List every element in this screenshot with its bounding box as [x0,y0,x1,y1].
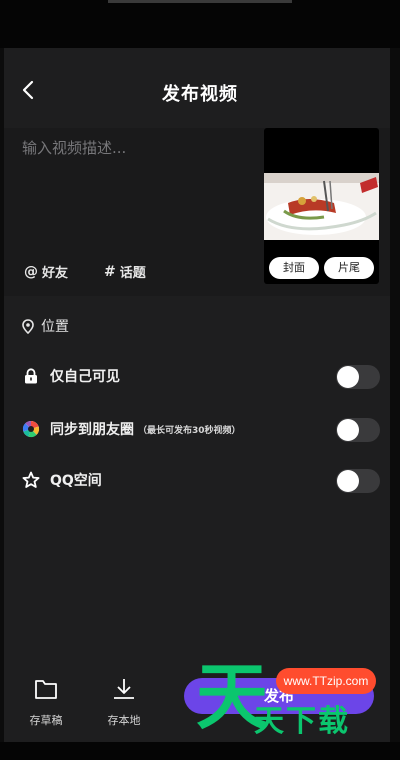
download-icon [102,676,146,702]
save-local-label: 存本地 [107,714,141,727]
at-icon: @ [24,263,38,280]
description-input[interactable] [22,128,252,168]
private-visibility-row: 仅自己可见 [22,361,380,391]
moments-icon [22,420,40,438]
status-bar [0,0,400,48]
qzone-toggle[interactable] [336,469,380,493]
qzone-label: QQ空间 [50,473,102,489]
folder-icon [24,676,68,702]
mention-label: 好友 [42,266,69,281]
mention-friends-button[interactable]: @ 好友 [24,262,69,282]
site-watermark: 天 天下载 www.TTzip.com [196,660,396,740]
watermark-text: 天下载 [254,704,350,739]
compose-area: @ 好友 # 话题 封面 片尾 [4,128,390,296]
location-pin-icon [22,318,34,334]
top-bar: 发布视频 [4,48,390,128]
end-card-button[interactable]: 片尾 [324,257,374,279]
topic-label: 话题 [119,266,146,281]
private-visibility-toggle[interactable] [336,365,380,389]
save-draft-label: 存草稿 [29,714,63,727]
status-indicator [108,0,292,3]
lock-icon [22,367,40,385]
sync-moments-row: 同步到朋友圈 （最长可发布30秒视频） [22,414,380,444]
location-selector[interactable]: 位置 [22,316,69,336]
sync-moments-label: 同步到朋友圈 [50,422,134,438]
add-topic-button[interactable]: # 话题 [104,262,146,282]
save-draft-button[interactable]: 存草稿 [24,676,68,728]
toggle-knob [337,419,359,441]
home-indicator-bar [0,742,400,760]
watermark-site: www.TTzip.com [276,668,376,694]
sync-moments-note: （最长可发布30秒视频） [138,425,241,436]
hashtag-icon: # [104,263,116,280]
qzone-row: QQ空间 [22,465,380,495]
private-visibility-label: 仅自己可见 [50,369,120,385]
save-local-button[interactable]: 存本地 [102,676,146,728]
toggle-knob [337,470,359,492]
publish-screen: 发布视频 @ 好友 # 话题 封面 [4,48,390,742]
sync-moments-toggle[interactable] [336,418,380,442]
cover-button[interactable]: 封面 [269,257,319,279]
page-title: 发布视频 [162,84,238,105]
location-label: 位置 [41,319,69,335]
star-icon [22,471,40,489]
toggle-knob [337,366,359,388]
video-thumbnail[interactable]: 封面 片尾 [264,128,379,284]
video-frame-image [264,173,379,240]
